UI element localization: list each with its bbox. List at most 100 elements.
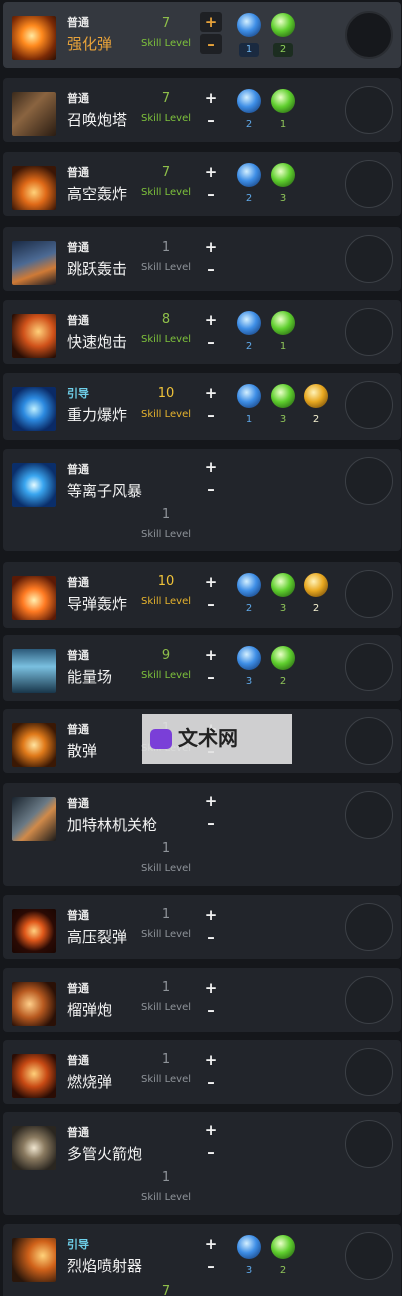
level-up-button[interactable]: + bbox=[200, 645, 222, 665]
rune-count: 2 bbox=[312, 603, 320, 614]
skill-row[interactable]: 普通 跳跃轰击 1 Skill Level + – bbox=[3, 227, 401, 291]
blue-dash-rune-icon[interactable] bbox=[237, 163, 261, 187]
skill-row[interactable]: 引导 重力爆炸 10 Skill Level + – 1 3 2 bbox=[3, 373, 401, 440]
skill-slot[interactable] bbox=[345, 976, 393, 1024]
level-down-button[interactable]: – bbox=[200, 34, 222, 54]
blue-orb-up-rune-icon[interactable] bbox=[237, 311, 261, 335]
green-lotus-rune-icon[interactable] bbox=[271, 573, 295, 597]
green-anchor-rune-icon[interactable] bbox=[271, 384, 295, 408]
blue-timer-rune-icon[interactable] bbox=[237, 89, 261, 113]
level-down-button[interactable]: – bbox=[200, 667, 222, 687]
skill-slot[interactable] bbox=[345, 1120, 393, 1168]
skill-slot[interactable] bbox=[345, 903, 393, 951]
level-down-button[interactable]: – bbox=[200, 927, 222, 947]
skill-type: 普通 bbox=[67, 1126, 89, 1139]
skill-row[interactable]: 普通 等离子风暴 1 Skill Level + – bbox=[3, 449, 401, 551]
level-down-button[interactable]: – bbox=[200, 405, 222, 425]
level-up-button[interactable]: + bbox=[200, 237, 222, 257]
skill-row[interactable]: 引导烈焰喷射器7Skill Level+–32 bbox=[3, 1224, 401, 1296]
green-claw-rune-icon[interactable] bbox=[271, 163, 295, 187]
skill-row[interactable]: 普通 加特林机关枪 1 Skill Level + – bbox=[3, 783, 401, 886]
skill-slot[interactable] bbox=[345, 308, 393, 356]
level-down-button[interactable]: – bbox=[200, 1256, 222, 1276]
level-up-button[interactable]: + bbox=[200, 162, 222, 182]
skill-slot[interactable] bbox=[345, 570, 393, 618]
level-down-button[interactable]: – bbox=[200, 1000, 222, 1020]
gold-sun-rune-icon[interactable] bbox=[304, 573, 328, 597]
skill-slot[interactable] bbox=[345, 717, 393, 765]
level-up-button[interactable]: + bbox=[200, 88, 222, 108]
skill-level-label: Skill Level bbox=[140, 529, 192, 540]
skill-row[interactable]: 普通 强化弹 7 Skill Level + – 1 2 bbox=[3, 2, 401, 68]
rune-count: 2 bbox=[245, 341, 253, 352]
skill-slot[interactable] bbox=[345, 160, 393, 208]
rune-count: 2 bbox=[245, 193, 253, 204]
rune-count: 2 bbox=[312, 414, 320, 425]
skill-level-value: 8 bbox=[161, 312, 171, 327]
skill-slot[interactable] bbox=[345, 1232, 393, 1280]
level-up-button[interactable]: + bbox=[200, 310, 222, 330]
level-up-button[interactable]: + bbox=[200, 383, 222, 403]
skill-row[interactable]: 普通 榴弹炮 1 Skill Level + – bbox=[3, 968, 401, 1032]
skill-icon bbox=[12, 1054, 56, 1098]
level-up-button[interactable]: + bbox=[200, 457, 222, 477]
level-down-button[interactable]: – bbox=[200, 259, 222, 279]
skill-slot[interactable] bbox=[345, 791, 393, 839]
green-down-rune-icon[interactable] bbox=[271, 311, 295, 335]
level-down-button[interactable]: – bbox=[200, 1142, 222, 1162]
level-up-button[interactable]: + bbox=[200, 978, 222, 998]
level-down-button[interactable]: – bbox=[200, 1072, 222, 1092]
skill-type: 引导 bbox=[67, 387, 89, 400]
skill-level-value: 1 bbox=[161, 907, 171, 922]
skill-type: 普通 bbox=[67, 797, 89, 810]
skill-name: 重力爆炸 bbox=[67, 406, 128, 424]
level-down-button[interactable]: – bbox=[200, 184, 222, 204]
blue-orb-up-rune-icon[interactable] bbox=[237, 1235, 261, 1259]
green-timer-rune-icon[interactable] bbox=[271, 646, 295, 670]
blue-anchor-rune-icon[interactable] bbox=[237, 573, 261, 597]
skill-slot[interactable] bbox=[345, 235, 393, 283]
skill-row[interactable]: 普通 能量场 9 Skill Level + – 3 2 bbox=[3, 635, 401, 701]
level-up-button[interactable]: + bbox=[200, 12, 222, 32]
skill-icon bbox=[12, 723, 56, 767]
level-up-button[interactable]: + bbox=[200, 905, 222, 925]
level-up-button[interactable]: + bbox=[200, 791, 222, 811]
skill-type: 普通 bbox=[67, 649, 89, 662]
gold-swirl-rune-icon[interactable] bbox=[304, 384, 328, 408]
rune-count: 2 bbox=[279, 1265, 287, 1276]
skill-type: 普通 bbox=[67, 576, 89, 589]
skill-row[interactable]: 普通 导弹轰炸 10 Skill Level + – 2 3 2 bbox=[3, 562, 401, 628]
level-down-button[interactable]: – bbox=[200, 594, 222, 614]
level-up-button[interactable]: + bbox=[200, 572, 222, 592]
level-up-button[interactable]: + bbox=[200, 1120, 222, 1140]
blue-crystal-rune-icon[interactable] bbox=[237, 13, 261, 37]
skill-slot[interactable] bbox=[345, 86, 393, 134]
level-down-button[interactable]: – bbox=[200, 813, 222, 833]
rune-count: 2 bbox=[245, 603, 253, 614]
green-slash-rune-icon[interactable] bbox=[271, 89, 295, 113]
skill-slot[interactable] bbox=[345, 457, 393, 505]
skill-slot[interactable] bbox=[345, 1048, 393, 1096]
skill-row[interactable]: 普通 燃烧弹 1 Skill Level + – bbox=[3, 1040, 401, 1104]
skill-row[interactable]: 普通 多管火箭炮 1 Skill Level + – bbox=[3, 1112, 401, 1215]
skill-icon bbox=[12, 909, 56, 953]
skill-row[interactable]: 普通 高空轰炸 7 Skill Level + – 2 3 bbox=[3, 152, 401, 216]
skill-slot[interactable] bbox=[345, 11, 393, 59]
level-up-button[interactable]: + bbox=[200, 1050, 222, 1070]
level-down-button[interactable]: – bbox=[200, 110, 222, 130]
blue-drop-rune-icon[interactable] bbox=[237, 646, 261, 670]
skill-slot[interactable] bbox=[345, 643, 393, 691]
level-down-button[interactable]: – bbox=[200, 479, 222, 499]
green-up-rune-icon[interactable] bbox=[271, 13, 295, 37]
skill-level-value: 1 bbox=[161, 980, 171, 995]
green-target-rune-icon[interactable] bbox=[271, 1235, 295, 1259]
skill-row[interactable]: 普通 高压裂弹 1 Skill Level + – bbox=[3, 895, 401, 959]
level-down-button[interactable]: – bbox=[200, 332, 222, 352]
skill-row[interactable]: 普通 快速炮击 8 Skill Level + – 2 1 bbox=[3, 300, 401, 364]
level-up-button[interactable]: + bbox=[200, 1234, 222, 1254]
skill-icon bbox=[12, 314, 56, 358]
skill-level-value: 7 bbox=[161, 91, 171, 106]
blue-claw-rune-icon[interactable] bbox=[237, 384, 261, 408]
skill-row[interactable]: 普通 召唤炮塔 7 Skill Level + – 2 1 bbox=[3, 78, 401, 142]
skill-slot[interactable] bbox=[345, 381, 393, 429]
